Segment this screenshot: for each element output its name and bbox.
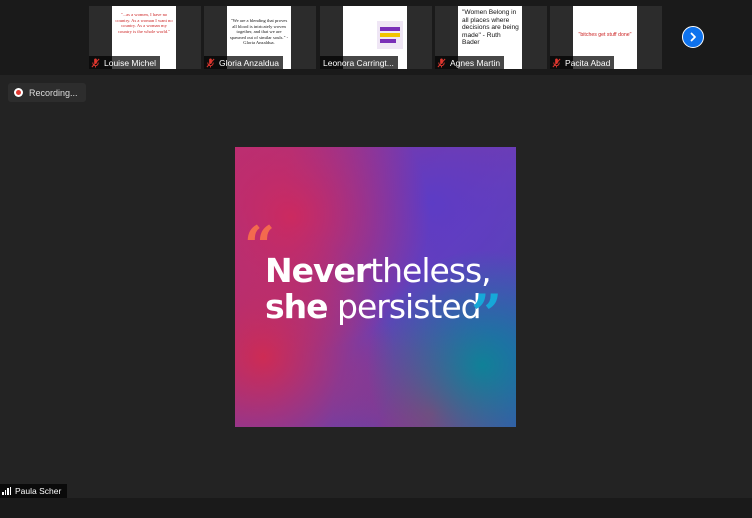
headline-bold: Never — [265, 251, 371, 290]
participant-name-bar: Agnes Martin — [435, 56, 505, 69]
signal-bars-icon — [2, 487, 11, 495]
speaker-name: Paula Scher — [15, 486, 62, 496]
participant-tile[interactable]: "...as a women, I have no country. As a … — [89, 6, 201, 69]
participant-name-bar: Louise Michel — [89, 56, 160, 69]
headline-line-2: she persisted — [265, 287, 482, 326]
thumbnail-small-text — [346, 32, 372, 42]
thumbnail-poster — [377, 21, 403, 49]
thumbnail-quote: "We are a blending that proves all blood… — [229, 18, 289, 46]
participant-name-bar: Gloria Anzaldua — [204, 56, 284, 69]
thumbnail-quote: "Women Belong in all places where decisi… — [462, 9, 519, 47]
active-speaker-label: Paula Scher — [0, 484, 68, 498]
mic-muted-icon — [91, 58, 100, 67]
participant-name: Agnes Martin — [450, 57, 501, 68]
participant-tile[interactable]: "Women Belong in all places where decisi… — [435, 6, 547, 69]
participant-strip: "...as a women, I have no country. As a … — [0, 0, 752, 75]
headline-light: persisted — [337, 287, 482, 326]
close-quote-mark: ” — [471, 282, 503, 346]
thumbnail-quote: "...as a women, I have no country. As a … — [115, 12, 173, 34]
headline-line-1: Nevertheless, — [265, 251, 492, 290]
record-icon — [14, 88, 23, 97]
participant-name: Pacita Abad — [565, 57, 611, 68]
participant-tile[interactable]: "We are a blending that proves all blood… — [204, 6, 316, 69]
participant-tile[interactable]: Leonora Carringt... — [320, 6, 432, 69]
shared-screen: “ Nevertheless, she persisted ” — [235, 147, 516, 427]
next-page-button[interactable] — [682, 26, 704, 48]
participant-name-bar: Leonora Carringt... — [320, 56, 398, 69]
participant-name: Leonora Carringt... — [323, 57, 394, 68]
participant-name: Gloria Anzaldua — [219, 57, 280, 68]
headline-bold: she — [265, 287, 329, 326]
participant-name-bar: Pacita Abad — [550, 56, 615, 69]
chevron-right-icon — [690, 32, 696, 42]
recording-indicator[interactable]: Recording... — [8, 83, 86, 102]
recording-label: Recording... — [29, 87, 78, 98]
bottom-bar — [0, 498, 752, 518]
mic-muted-icon — [552, 58, 561, 67]
participant-tile[interactable]: "bitches get stuff done" Pacita Abad — [550, 6, 662, 69]
thumbnail-quote: "bitches get stuff done" — [578, 32, 632, 38]
mic-muted-icon — [437, 58, 446, 67]
participant-name: Louise Michel — [104, 57, 156, 68]
mic-muted-icon — [206, 58, 215, 67]
